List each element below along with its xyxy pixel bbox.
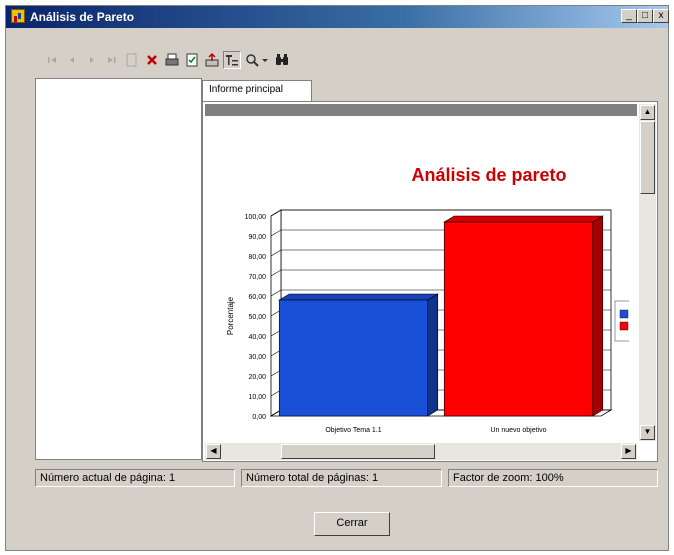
horizontal-scrollbar[interactable]: ◀ ▶: [205, 443, 637, 460]
y-tick-label: 60,00: [248, 294, 266, 301]
bar: [443, 221, 594, 417]
pareto-chart: Análisis de pareto 0,00 10,00 20,00 30,00 40…: [226, 165, 629, 434]
next-page-icon[interactable]: [83, 51, 101, 69]
y-tick-label: 100,00: [245, 214, 267, 221]
page-icon[interactable]: [123, 51, 141, 69]
vertical-scroll-thumb[interactable]: [640, 121, 655, 194]
print-icon[interactable]: [163, 51, 181, 69]
group-tree-icon[interactable]: [223, 51, 241, 69]
x-category-label: Objetivo Tema 1.1: [325, 427, 381, 434]
previous-page-icon[interactable]: [63, 51, 81, 69]
x-category-label: Un nuevo objetivo: [490, 427, 546, 434]
scroll-up-button[interactable]: ▲: [640, 105, 655, 120]
group-tree-panel[interactable]: [35, 78, 202, 460]
report-viewer[interactable]: Análisis de pareto 0,00 10,00 20,00 30,00 40…: [202, 101, 658, 462]
close-button[interactable]: Cerrar: [314, 512, 390, 536]
status-zoom: Factor de zoom: 100%: [448, 469, 658, 487]
legend-box: [614, 300, 629, 342]
vertical-scrollbar[interactable]: ▲ ▼: [639, 104, 656, 441]
zoom-dropdown-icon[interactable]: [260, 51, 270, 69]
bar: [278, 299, 429, 417]
y-axis-title: Porcentaje: [226, 296, 235, 335]
y-tick-label: 50,00: [248, 314, 266, 321]
tab-informe-principal[interactable]: Informe principal: [202, 80, 312, 101]
status-bar: Número actual de página: 1 Número total …: [35, 469, 658, 487]
bar-side: [427, 293, 439, 417]
status-total-pages: Número total de páginas: 1: [241, 469, 442, 487]
maximize-button[interactable]: □: [637, 9, 653, 23]
y-tick-label: 0,00: [252, 414, 266, 421]
minimize-button[interactable]: _: [621, 9, 637, 23]
y-tick-label: 30,00: [248, 354, 266, 361]
y-tick-label: 40,00: [248, 334, 266, 341]
app-icon: [11, 9, 25, 23]
scroll-right-button[interactable]: ▶: [621, 444, 636, 459]
scroll-down-button[interactable]: ▼: [640, 425, 655, 440]
refresh-icon[interactable]: [183, 51, 201, 69]
report-window: Análisis de Pareto _ □ x Informe princip…: [5, 5, 669, 551]
y-tick-label: 10,00: [248, 394, 266, 401]
window-title: Análisis de Pareto: [30, 10, 135, 24]
bar-top: [278, 293, 439, 301]
report-header-band: [205, 104, 637, 116]
y-tick-label: 90,00: [248, 234, 266, 241]
first-page-icon[interactable]: [43, 51, 61, 69]
bar-top: [443, 215, 604, 223]
title-bar[interactable]: Análisis de Pareto _ □ x: [6, 6, 669, 28]
stop-icon[interactable]: [143, 51, 161, 69]
bar-side: [592, 215, 604, 417]
toolbar: [6, 51, 668, 73]
scroll-left-button[interactable]: ◀: [206, 444, 221, 459]
y-tick-label: 20,00: [248, 374, 266, 381]
y-tick-label: 80,00: [248, 254, 266, 261]
legend-swatch: [619, 321, 629, 331]
y-tick-label: 70,00: [248, 274, 266, 281]
chart-title: Análisis de pareto: [411, 165, 566, 185]
horizontal-scroll-thumb[interactable]: [281, 444, 435, 459]
export-icon[interactable]: [203, 51, 221, 69]
status-current-page: Número actual de página: 1: [35, 469, 235, 487]
last-page-icon[interactable]: [103, 51, 121, 69]
close-window-button[interactable]: x: [653, 9, 669, 23]
legend-swatch: [619, 309, 629, 319]
find-icon[interactable]: [273, 51, 291, 69]
zoom-icon[interactable]: [243, 51, 261, 69]
